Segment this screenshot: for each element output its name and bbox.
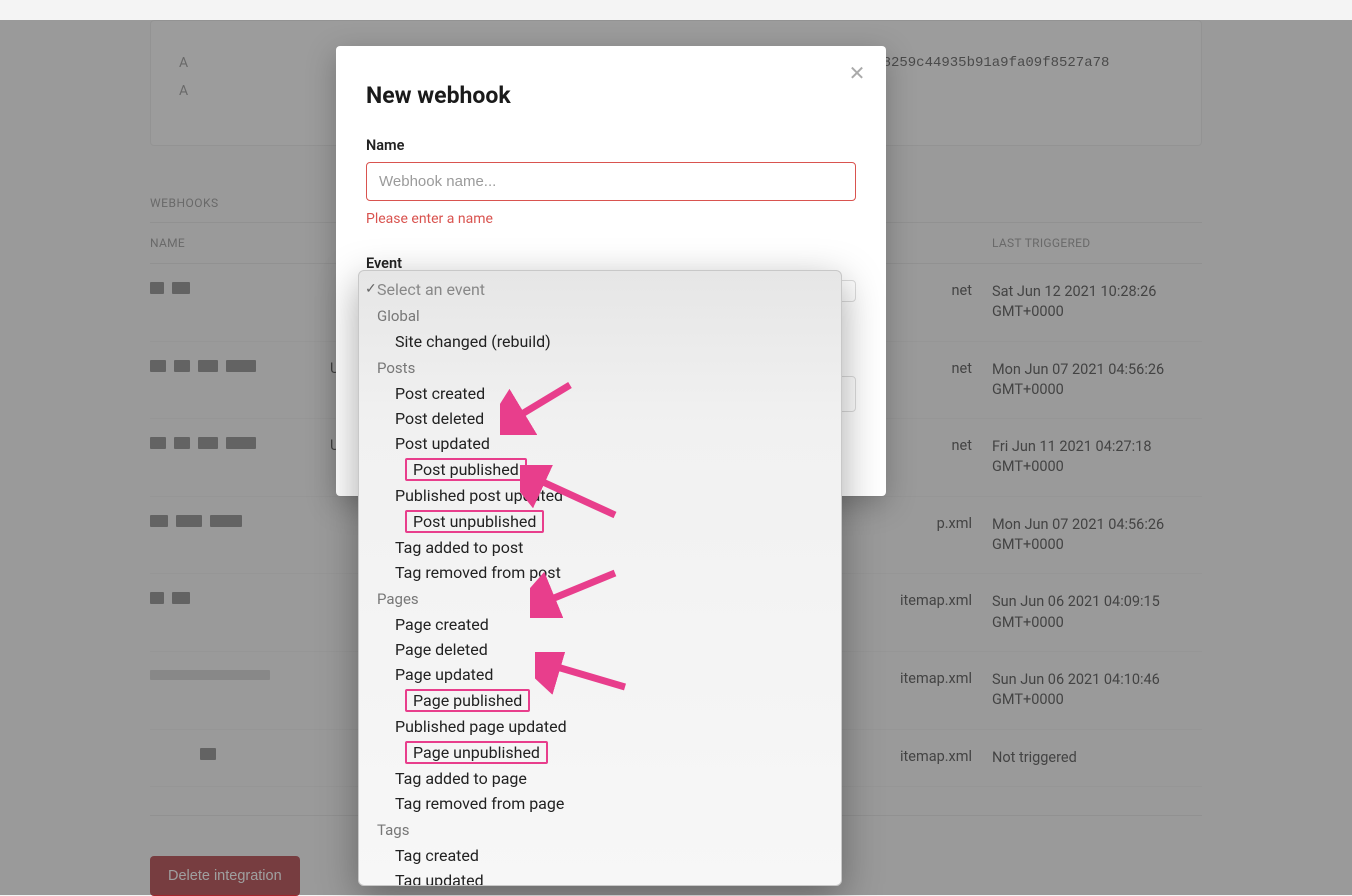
name-error-message: Please enter a name	[366, 211, 856, 227]
option-published-post-updated[interactable]: Published post updated	[359, 483, 841, 508]
webhook-name-input[interactable]	[366, 162, 856, 201]
option-page-unpublished[interactable]: Page unpublished	[405, 741, 548, 764]
option-post-created[interactable]: Post created	[359, 381, 841, 406]
close-icon[interactable]: ✕	[846, 62, 868, 84]
option-post-unpublished[interactable]: Post unpublished	[405, 510, 544, 533]
option-tag-removed-page[interactable]: Tag removed from page	[359, 791, 841, 816]
option-site-changed[interactable]: Site changed (rebuild)	[359, 329, 841, 354]
option-page-published[interactable]: Page published	[405, 689, 530, 712]
dropdown-group-posts: Posts	[359, 356, 841, 381]
option-tag-added-post[interactable]: Tag added to post	[359, 535, 841, 560]
dropdown-group-global: Global	[359, 304, 841, 329]
event-dropdown-panel: Select an event Global Site changed (reb…	[358, 270, 842, 886]
modal-title: New webhook	[366, 82, 856, 109]
dropdown-placeholder[interactable]: Select an event	[359, 277, 841, 302]
option-page-created[interactable]: Page created	[359, 612, 841, 637]
option-tag-updated[interactable]: Tag updated	[359, 868, 841, 886]
option-post-deleted[interactable]: Post deleted	[359, 406, 841, 431]
option-tag-added-page[interactable]: Tag added to page	[359, 766, 841, 791]
option-page-deleted[interactable]: Page deleted	[359, 637, 841, 662]
option-post-published[interactable]: Post published	[405, 458, 527, 481]
name-field-label: Name	[366, 137, 856, 154]
option-page-updated[interactable]: Page updated	[359, 662, 841, 687]
dropdown-group-tags: Tags	[359, 818, 841, 843]
option-tag-created[interactable]: Tag created	[359, 843, 841, 868]
dropdown-group-pages: Pages	[359, 587, 841, 612]
option-post-updated[interactable]: Post updated	[359, 431, 841, 456]
option-tag-removed-post[interactable]: Tag removed from post	[359, 560, 841, 585]
option-published-page-updated[interactable]: Published page updated	[359, 714, 841, 739]
